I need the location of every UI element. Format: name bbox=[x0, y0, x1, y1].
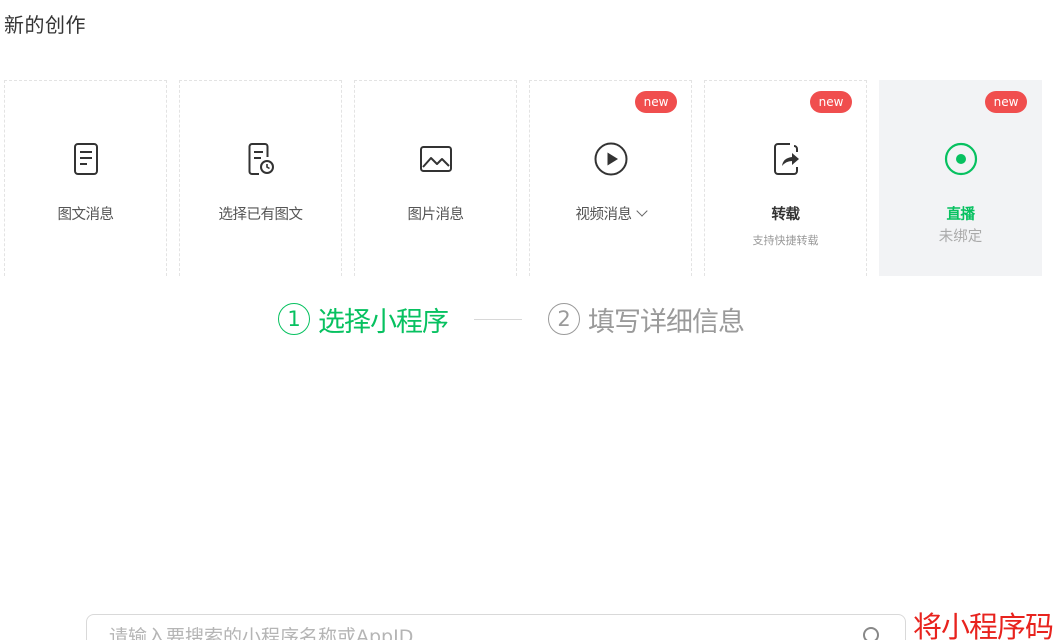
card-sublabel: 支持快捷转载 bbox=[752, 234, 819, 247]
creation-card-list: 图文消息 选择已有图文 图片消息 new 视频消息 new 转载 支持快捷转载 … bbox=[4, 80, 1042, 276]
card-label: 图文消息 bbox=[57, 207, 115, 223]
search-icon[interactable] bbox=[861, 625, 885, 640]
card-label: 图片消息 bbox=[407, 207, 465, 223]
card-repost[interactable]: new 转载 支持快捷转载 bbox=[704, 80, 867, 276]
card-video-message[interactable]: new 视频消息 bbox=[529, 80, 692, 276]
new-badge: new bbox=[985, 91, 1027, 113]
card-label: 选择已有图文 bbox=[218, 207, 304, 223]
new-badge: new bbox=[810, 91, 852, 113]
step-number: 1 bbox=[278, 303, 310, 335]
step-number: 2 bbox=[548, 303, 580, 335]
card-label: 视频消息 bbox=[530, 203, 691, 224]
search-input[interactable] bbox=[87, 616, 861, 640]
repost-icon bbox=[773, 143, 799, 175]
page-title: 新的创作 bbox=[4, 13, 86, 37]
image-icon bbox=[419, 146, 452, 172]
card-label: 直播 bbox=[946, 207, 976, 223]
step-indicator: 1 选择小程序 2 填写详细信息 bbox=[278, 297, 745, 341]
card-live[interactable]: new 直播 未绑定 bbox=[879, 80, 1042, 276]
annotation-text: 将小程序码 bbox=[913, 610, 1054, 640]
step-label: 填写详细信息 bbox=[588, 306, 745, 338]
card-label-text: 视频消息 bbox=[575, 207, 633, 223]
document-clock-icon bbox=[248, 143, 274, 175]
card-image-message[interactable]: 图片消息 bbox=[354, 80, 517, 276]
live-icon bbox=[944, 142, 977, 176]
step-2: 2 填写详细信息 bbox=[548, 300, 745, 339]
card-select-existing-article[interactable]: 选择已有图文 bbox=[179, 80, 342, 276]
play-circle-icon bbox=[594, 142, 627, 176]
mini-program-search-box bbox=[86, 614, 906, 640]
step-1: 1 选择小程序 bbox=[278, 300, 449, 339]
page: 新的创作 图文消息 选择已有图文 图片消息 new 视频消息 new 转载 支持… bbox=[0, 0, 1054, 640]
step-label: 选择小程序 bbox=[318, 306, 449, 338]
document-icon bbox=[73, 143, 98, 175]
card-article-message[interactable]: 图文消息 bbox=[4, 80, 167, 276]
step-divider bbox=[474, 318, 522, 320]
card-sublabel: 未绑定 bbox=[938, 229, 983, 245]
card-label: 转载 bbox=[771, 207, 801, 223]
new-badge: new bbox=[635, 91, 677, 113]
chevron-down-icon[interactable] bbox=[635, 205, 648, 217]
